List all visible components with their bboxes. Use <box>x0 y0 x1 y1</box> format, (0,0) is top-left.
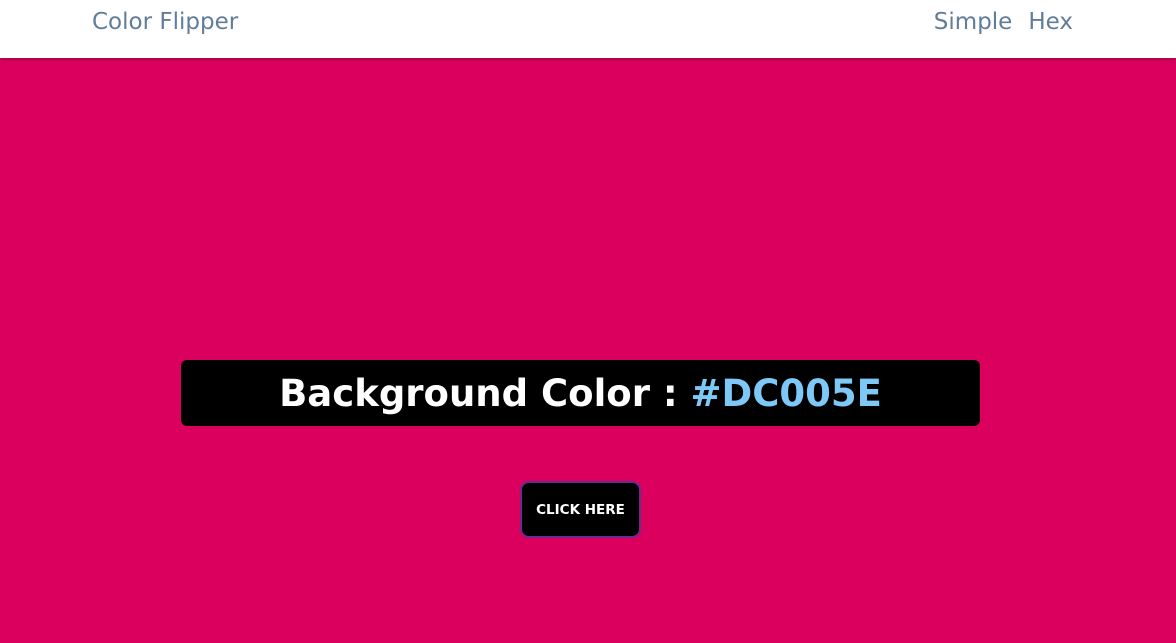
nav-link-hex[interactable]: Hex <box>1028 9 1073 35</box>
nav-link-simple[interactable]: Simple <box>934 9 1013 35</box>
click-here-button[interactable]: CLICK HERE <box>520 481 641 538</box>
color-value: #DC005E <box>690 371 882 415</box>
color-heading: Background Color : #DC005E <box>279 372 882 415</box>
brand-link[interactable]: Color Flipper <box>92 9 238 35</box>
nav-links: Simple Hex <box>934 9 1073 35</box>
color-label: Background Color : <box>279 371 691 415</box>
color-display-box: Background Color : #DC005E <box>181 360 980 426</box>
navbar: Color Flipper Simple Hex <box>0 0 1176 58</box>
main-content: Background Color : #DC005E CLICK HERE <box>0 58 1176 643</box>
